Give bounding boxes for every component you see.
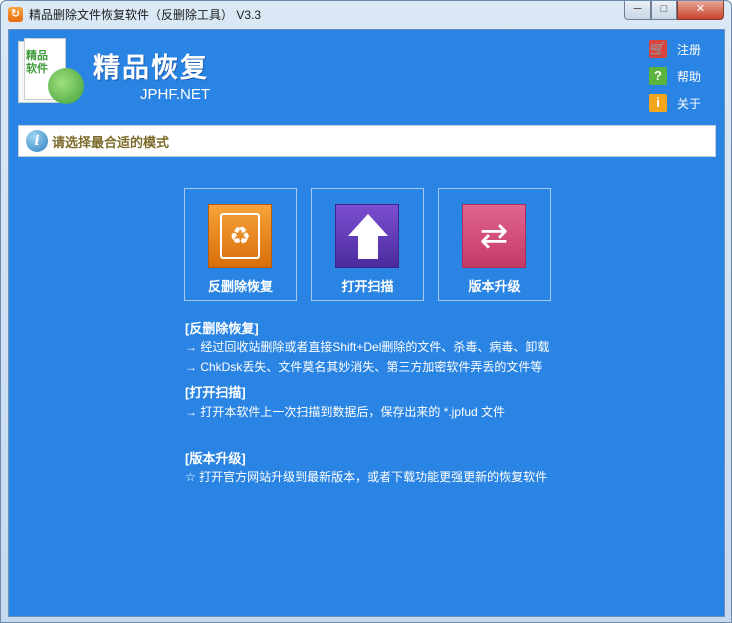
- recover-tile-button[interactable]: ♻ 反删除恢复: [184, 188, 297, 301]
- info-icon: i: [649, 94, 667, 112]
- app-window: ↻ 精品删除文件恢复软件（反删除工具） V3.3 ─ □ ✕ 精品软件 精品恢复…: [0, 0, 732, 623]
- recover-desc-line2: → ChkDsk丢失、文件莫名其妙消失、第三方加密软件弄丢的文件等: [185, 360, 543, 374]
- upgrade-tile-button[interactable]: ⇄ 版本升级: [438, 188, 551, 301]
- title-bar[interactable]: ↻ 精品删除文件恢复软件（反删除工具） V3.3 ─ □ ✕: [1, 1, 731, 28]
- minimize-button[interactable]: ─: [624, 1, 651, 20]
- logo-text: 精品软件: [26, 50, 48, 75]
- maximize-button[interactable]: □: [651, 1, 677, 20]
- mode-prompt-label: 请选择最合适的模式: [52, 134, 170, 150]
- scan-tile-label: 打开扫描: [341, 279, 394, 294]
- cart-icon: 🛒: [649, 40, 667, 58]
- help-icon: ?: [649, 67, 667, 85]
- logo-icon: 精品软件: [18, 38, 85, 108]
- recover-desc-title: [反删除恢复]: [185, 321, 259, 336]
- mode-prompt-bar: i 请选择最合适的模式: [18, 125, 716, 157]
- window-title: 精品删除文件恢复软件（反删除工具） V3.3: [29, 8, 262, 22]
- info-circle-icon: i: [26, 130, 48, 152]
- register-link[interactable]: 🛒 注册: [649, 40, 701, 58]
- upgrade-desc-line1: ☆ 打开官方网站升级到最新版本，或者下载功能更强更新的恢复软件: [185, 470, 548, 484]
- brand-name: 精品恢复: [93, 53, 209, 84]
- brand-site: JPHF.NET: [140, 86, 211, 103]
- about-label: 关于: [677, 96, 702, 111]
- logo-arrow-icon: [48, 68, 84, 104]
- register-label: 注册: [677, 42, 702, 57]
- scan-desc-line1: → 打开本软件上一次扫描到数据后，保存出来的 *.jpfud 文件: [185, 405, 506, 419]
- about-link[interactable]: i 关于: [649, 94, 701, 112]
- refresh-icon: ⇄: [462, 204, 526, 268]
- recycle-icon: ♻: [208, 204, 272, 268]
- main-panel: 精品软件 精品恢复 JPHF.NET 🛒 注册 ? 帮助 i 关于 i 请选择最…: [8, 29, 725, 617]
- recover-tile-label: 反删除恢复: [207, 279, 273, 294]
- help-label: 帮助: [677, 69, 702, 84]
- recover-desc-line1: → 经过回收站删除或者直接Shift+Del删除的文件、杀毒、病毒、卸载: [185, 340, 550, 354]
- help-link[interactable]: ? 帮助: [649, 67, 701, 85]
- upgrade-tile-label: 版本升级: [468, 279, 521, 294]
- upgrade-desc-title: [版本升级]: [185, 451, 246, 466]
- app-icon: ↻: [8, 7, 23, 22]
- scan-desc-title: [打开扫描]: [185, 385, 246, 400]
- scan-tile-button[interactable]: 打开扫描: [311, 188, 424, 301]
- close-button[interactable]: ✕: [677, 1, 724, 20]
- upload-arrow-icon: [335, 204, 399, 268]
